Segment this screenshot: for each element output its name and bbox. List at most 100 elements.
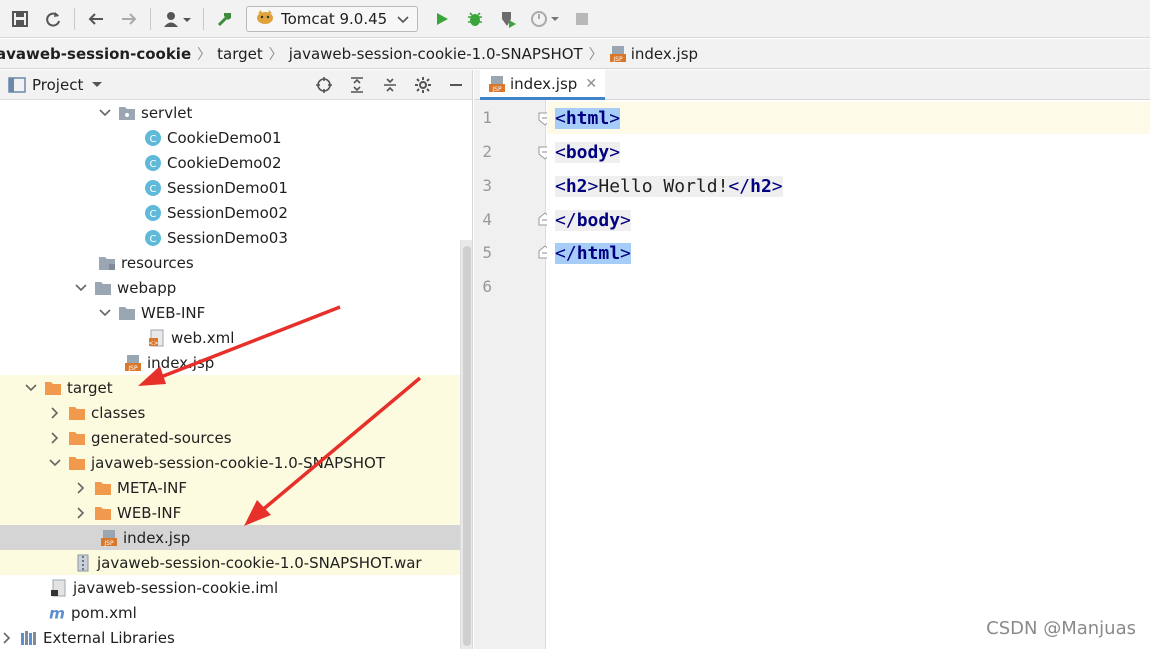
svg-text:m: m bbox=[49, 604, 65, 622]
folder-icon bbox=[68, 404, 86, 422]
svg-text:C: C bbox=[150, 134, 157, 145]
breadcrumb-item-target[interactable]: target bbox=[217, 45, 263, 63]
breadcrumb-item-snapshot[interactable]: javaweb-session-cookie-1.0-SNAPSHOT bbox=[289, 45, 583, 63]
tree-item-class[interactable]: C CookieDemo02 bbox=[0, 150, 460, 175]
stop-icon[interactable] bbox=[570, 7, 594, 31]
forward-icon[interactable] bbox=[117, 7, 141, 31]
tree-item-label: pom.xml bbox=[71, 603, 137, 622]
tree-item-label: SessionDemo03 bbox=[167, 228, 288, 247]
breadcrumb-item-project[interactable]: avaweb-session-cookie bbox=[0, 45, 191, 63]
line-number: 3 bbox=[482, 176, 492, 195]
code-line-2: <body> bbox=[555, 137, 621, 167]
chevron-down-icon[interactable] bbox=[98, 306, 112, 320]
breadcrumb-item-label: index.jsp bbox=[630, 44, 699, 63]
tree-item-pom[interactable]: m pom.xml bbox=[0, 600, 460, 625]
run-configuration-select[interactable]: Tomcat 9.0.45 bbox=[246, 5, 419, 32]
tree-item-target[interactable]: target bbox=[0, 375, 460, 400]
coverage-icon[interactable] bbox=[496, 7, 520, 31]
close-icon[interactable]: ✕ bbox=[585, 76, 597, 92]
body-close-tag: </body> bbox=[555, 209, 631, 231]
gear-icon[interactable] bbox=[411, 73, 435, 97]
scrollbar-thumb[interactable] bbox=[463, 246, 471, 646]
chevron-right-icon: 〉 bbox=[197, 46, 212, 63]
chevron-down-icon[interactable] bbox=[98, 106, 112, 120]
debug-icon[interactable] bbox=[463, 7, 487, 31]
run-icon[interactable] bbox=[430, 7, 454, 31]
chevron-down-icon[interactable] bbox=[48, 456, 62, 470]
tree-item-resources[interactable]: resources bbox=[0, 250, 460, 275]
chevron-right-icon[interactable] bbox=[0, 631, 14, 645]
tree-item-meta-inf[interactable]: META-INF bbox=[0, 475, 460, 500]
chevron-right-icon[interactable] bbox=[48, 406, 62, 420]
chevron-down-icon[interactable] bbox=[74, 281, 88, 295]
code-line-4: </body> bbox=[555, 205, 631, 235]
project-panel-tools bbox=[303, 73, 468, 97]
svg-text:JSP: JSP bbox=[491, 86, 502, 93]
chevron-down-icon[interactable] bbox=[24, 381, 38, 395]
locate-icon[interactable] bbox=[312, 73, 336, 97]
tree-item-class[interactable]: C SessionDemo03 bbox=[0, 225, 460, 250]
code-editor[interactable]: <html> <body> <h2>Hello World!</h2> </bo… bbox=[547, 100, 1150, 649]
tree-item-web-inf[interactable]: WEB-INF bbox=[0, 300, 460, 325]
tree-item-label: SessionDemo01 bbox=[167, 178, 288, 197]
save-icon[interactable] bbox=[8, 7, 32, 31]
code-line-3: <h2>Hello World!</h2> bbox=[555, 171, 783, 201]
tree-item-webapp[interactable]: webapp bbox=[0, 275, 460, 300]
line-number: 5 bbox=[482, 243, 492, 262]
tree-item-snapshot-folder[interactable]: javaweb-session-cookie-1.0-SNAPSHOT bbox=[0, 450, 460, 475]
tree-item-servlet[interactable]: servlet bbox=[0, 100, 460, 125]
tree-item-label: javaweb-session-cookie.iml bbox=[73, 578, 279, 597]
tree-item-label: External Libraries bbox=[43, 628, 175, 647]
expand-all-icon[interactable] bbox=[345, 73, 369, 97]
tree-item-label: SessionDemo02 bbox=[167, 203, 288, 222]
tree-item-label: index.jsp bbox=[123, 528, 191, 547]
toolbar-separator bbox=[74, 7, 75, 30]
tree-item-web-inf-target[interactable]: WEB-INF bbox=[0, 500, 460, 525]
tree-item-index-jsp[interactable]: JSP index.jsp bbox=[0, 350, 460, 375]
collapse-all-icon[interactable] bbox=[378, 73, 402, 97]
svg-text:C: C bbox=[150, 234, 157, 245]
tree-item-class[interactable]: C CookieDemo01 bbox=[0, 125, 460, 150]
line-number: 1 bbox=[482, 108, 492, 127]
profile-icon[interactable] bbox=[529, 7, 561, 31]
back-icon[interactable] bbox=[84, 7, 108, 31]
tree-item-iml[interactable]: javaweb-session-cookie.iml bbox=[0, 575, 460, 600]
project-tree-scrollbar[interactable] bbox=[460, 240, 472, 649]
folder-icon bbox=[94, 504, 112, 522]
folder-icon bbox=[118, 304, 136, 322]
project-panel-title[interactable]: Project bbox=[32, 76, 83, 94]
chevron-right-icon[interactable] bbox=[74, 506, 88, 520]
tree-item-label: META-INF bbox=[117, 478, 188, 497]
sync-icon[interactable] bbox=[41, 7, 65, 31]
tree-item-external-libraries[interactable]: External Libraries bbox=[0, 625, 460, 649]
chevron-right-icon[interactable] bbox=[74, 481, 88, 495]
jsp-file-icon: JSP bbox=[488, 75, 506, 93]
tree-item-web-xml[interactable]: <> web.xml bbox=[0, 325, 460, 350]
tab-index-jsp[interactable]: JSP index.jsp ✕ bbox=[480, 70, 606, 100]
package-icon bbox=[118, 104, 136, 122]
tree-item-index-jsp-target[interactable]: JSP index.jsp bbox=[0, 525, 460, 550]
breadcrumb-item-file[interactable]: JSP index.jsp bbox=[609, 45, 698, 63]
folder-icon bbox=[94, 479, 112, 497]
jsp-file-icon: JSP bbox=[609, 45, 627, 63]
build-icon[interactable] bbox=[213, 7, 237, 31]
class-icon: C bbox=[144, 179, 162, 197]
tree-item-label: webapp bbox=[117, 278, 177, 297]
class-icon: C bbox=[144, 154, 162, 172]
libraries-icon bbox=[20, 629, 38, 647]
chevron-down-icon[interactable] bbox=[91, 81, 103, 89]
tree-item-classes[interactable]: classes bbox=[0, 400, 460, 425]
tree-item-war[interactable]: javaweb-session-cookie-1.0-SNAPSHOT.war bbox=[0, 550, 460, 575]
tab-label: index.jsp bbox=[510, 74, 578, 93]
current-line-highlight bbox=[547, 102, 1150, 134]
svg-text:C: C bbox=[150, 184, 157, 195]
tree-item-generated-sources[interactable]: generated-sources bbox=[0, 425, 460, 450]
svg-text:JSP: JSP bbox=[612, 56, 623, 63]
user-icon[interactable] bbox=[160, 7, 194, 31]
minimize-icon[interactable] bbox=[444, 73, 468, 97]
folder-icon bbox=[68, 429, 86, 447]
chevron-right-icon[interactable] bbox=[48, 431, 62, 445]
project-tree: servlet C CookieDemo01 C CookieDemo02 C … bbox=[0, 100, 472, 649]
tree-item-class[interactable]: C SessionDemo02 bbox=[0, 200, 460, 225]
tree-item-class[interactable]: C SessionDemo01 bbox=[0, 175, 460, 200]
